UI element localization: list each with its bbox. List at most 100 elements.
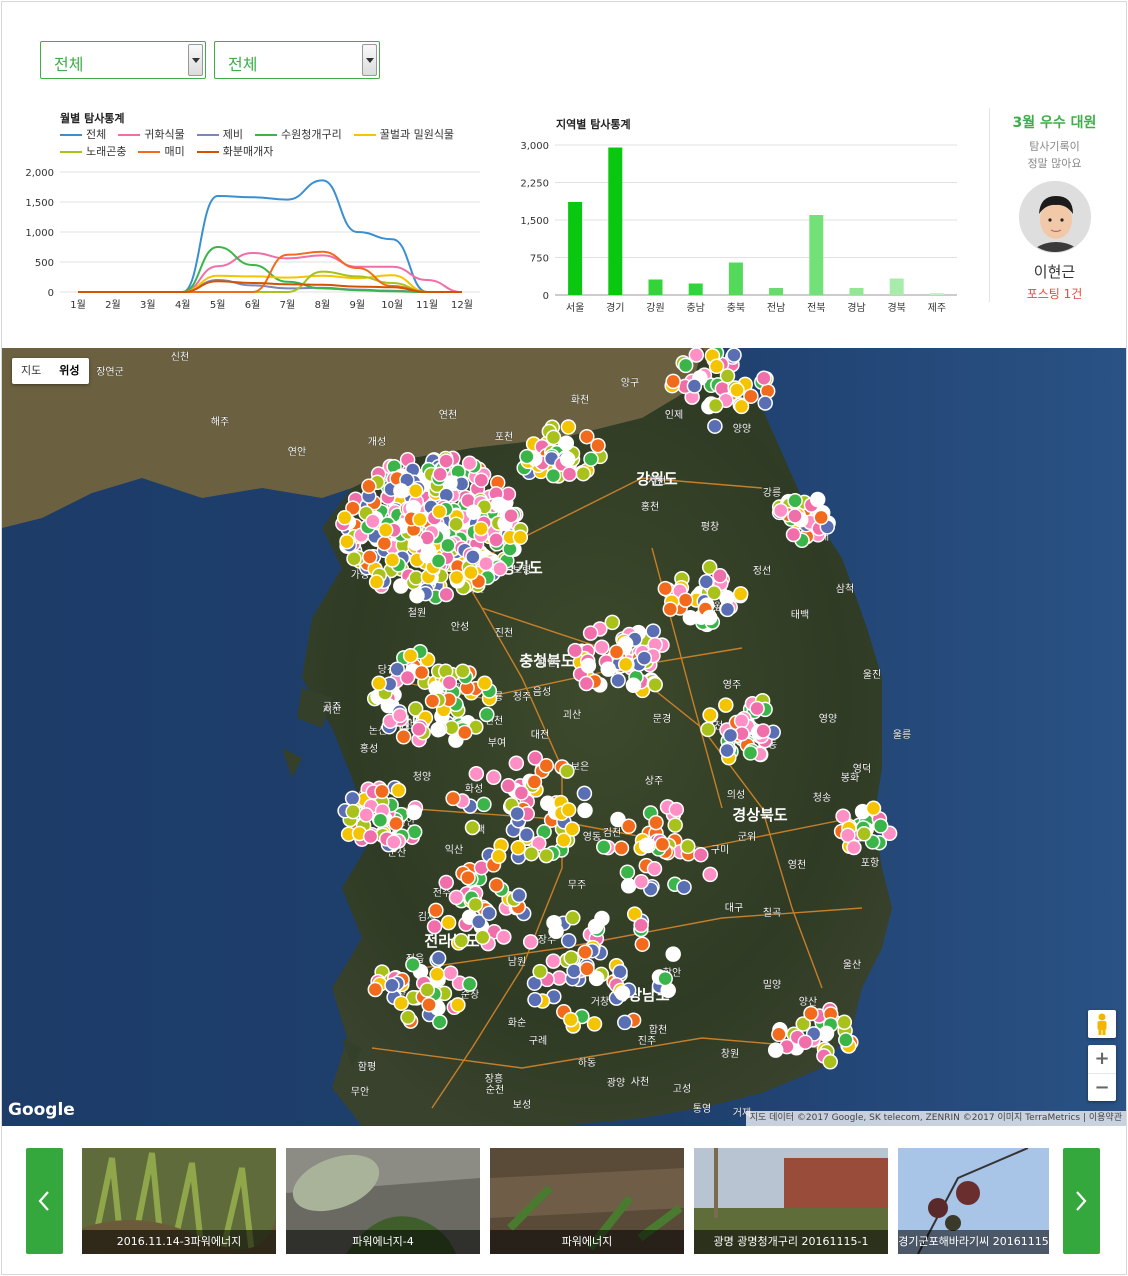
- x-tick-label: 제주: [928, 302, 946, 314]
- zoom-control[interactable]: + −: [1088, 1045, 1116, 1101]
- legend-item[interactable]: 노래곤충: [60, 143, 126, 160]
- map-type-satellite-button[interactable]: 위성: [50, 358, 88, 384]
- bar: [769, 288, 784, 295]
- legend-item[interactable]: 화분매개자: [196, 143, 273, 160]
- map-marker: [368, 574, 385, 590]
- map-marker: [578, 675, 595, 692]
- map-marker: [706, 585, 722, 601]
- chevron-down-icon[interactable]: [362, 44, 377, 76]
- legend-item[interactable]: 제비: [196, 126, 243, 143]
- map-marker: [579, 961, 595, 977]
- map-place-label: 순천: [486, 1084, 504, 1096]
- map-marker: [708, 358, 725, 375]
- map-marker: [430, 721, 446, 738]
- legend-item[interactable]: 매미: [138, 143, 185, 160]
- map-marker: [677, 357, 694, 374]
- gallery-item[interactable]: 경기군포해바라기씨 20161115: [898, 1148, 1049, 1254]
- street-view-pegman-icon[interactable]: [1088, 1010, 1116, 1038]
- map-marker: [465, 504, 482, 520]
- region-select-value: 전체: [54, 55, 84, 74]
- map-marker: [538, 847, 555, 864]
- map-marker: [460, 869, 476, 886]
- map-marker: [438, 874, 454, 891]
- gallery-item[interactable]: 광명 광명청개구리 20161115-1: [694, 1148, 888, 1254]
- legend-item[interactable]: 전체: [60, 126, 106, 143]
- x-tick-label: 전남: [767, 302, 785, 314]
- map-marker: [367, 981, 384, 998]
- best-member-subtitle-line1: 탐사기록이: [1029, 140, 1080, 153]
- gallery-next-button[interactable]: [1063, 1148, 1100, 1254]
- best-member-posts[interactable]: 포스팅 1건: [990, 285, 1119, 302]
- x-tick-label: 7월: [280, 299, 296, 311]
- legend-swatch: [254, 134, 277, 136]
- gallery-item[interactable]: 파워에너지-4: [286, 1148, 480, 1254]
- map-marker: [614, 985, 631, 1001]
- map-marker: [662, 601, 679, 617]
- map-marker: [362, 828, 379, 845]
- map-marker: [561, 466, 578, 482]
- map-marker: [577, 944, 593, 960]
- gallery-prev-button[interactable]: [26, 1148, 63, 1254]
- map-marker: [680, 838, 696, 855]
- avatar[interactable]: [1018, 181, 1091, 253]
- zoom-out-button[interactable]: −: [1088, 1073, 1116, 1101]
- bar: [648, 279, 663, 295]
- map-place-label: 정선: [753, 565, 771, 577]
- map-marker: [865, 800, 882, 817]
- map-place-label: 양산: [799, 996, 817, 1008]
- category-select[interactable]: 전체: [214, 41, 380, 79]
- map-marker: [579, 428, 595, 445]
- map-place-label: 영양: [819, 713, 837, 725]
- legend-label: 전체: [86, 128, 107, 141]
- map-place-label: 함평: [358, 1061, 376, 1073]
- map-marker: [438, 586, 454, 603]
- map-marker: [729, 382, 745, 398]
- map-marker: [732, 586, 749, 602]
- map-marker: [567, 642, 583, 659]
- map-marker: [440, 914, 457, 931]
- x-tick-label: 전북: [807, 302, 825, 314]
- map-marker: [479, 706, 495, 723]
- map-marker: [473, 472, 490, 488]
- x-tick-label: 8월: [315, 299, 331, 311]
- gallery-item[interactable]: 2016.11.14-3파워에너지: [82, 1148, 276, 1254]
- zoom-in-button[interactable]: +: [1088, 1045, 1116, 1073]
- map-marker: [448, 516, 464, 532]
- bar: [608, 147, 623, 295]
- chevron-down-icon[interactable]: [188, 44, 203, 76]
- legend-item[interactable]: 귀화식물: [118, 126, 185, 143]
- map-marker: [345, 803, 361, 820]
- map-marker: [400, 1009, 416, 1026]
- legend-swatch: [60, 134, 82, 136]
- map-place-label: 철원: [408, 607, 426, 619]
- map-marker: [407, 535, 424, 551]
- map-marker: [405, 956, 421, 973]
- map-marker: [846, 839, 862, 856]
- map-marker: [390, 782, 407, 799]
- map-place-label: 포천: [495, 431, 513, 443]
- map-attribution[interactable]: 지도 데이터 ©2017 Google, SK telecom, ZENRIN …: [745, 1111, 1126, 1126]
- pegman-icon: [1097, 1013, 1107, 1035]
- map-marker: [625, 677, 642, 694]
- gallery-item[interactable]: 파워에너지: [490, 1148, 684, 1254]
- legend-item[interactable]: 꿀벌과 밀원식물: [353, 126, 454, 143]
- map-place-label: 대구: [725, 902, 743, 914]
- x-tick-label: 4월: [175, 299, 191, 311]
- x-tick-label: 5월: [210, 299, 226, 311]
- map-marker: [633, 917, 649, 934]
- legend-swatch: [353, 134, 376, 136]
- map-marker: [526, 774, 543, 790]
- region-select[interactable]: 전체: [40, 41, 206, 79]
- map-marker: [545, 953, 562, 969]
- map-marker: [346, 550, 362, 567]
- map-marker: [756, 370, 772, 386]
- legend-item[interactable]: 수원청개구리: [254, 126, 342, 143]
- map-marker: [668, 801, 685, 818]
- map-marker: [707, 418, 723, 434]
- map-marker: [453, 933, 470, 949]
- satellite-map[interactable]: 강원도경기도충청북도청남도경상북도전라북도경상남도포천화천춘천원주청주대전대구울…: [2, 348, 1126, 1126]
- map-marker: [545, 429, 562, 446]
- map-canvas[interactable]: 강원도경기도충청북도청남도경상북도전라북도경상남도포천화천춘천원주청주대전대구울…: [2, 348, 1126, 1126]
- map-type-map-button[interactable]: 지도: [12, 358, 50, 384]
- map-type-control[interactable]: 지도 위성: [12, 358, 89, 384]
